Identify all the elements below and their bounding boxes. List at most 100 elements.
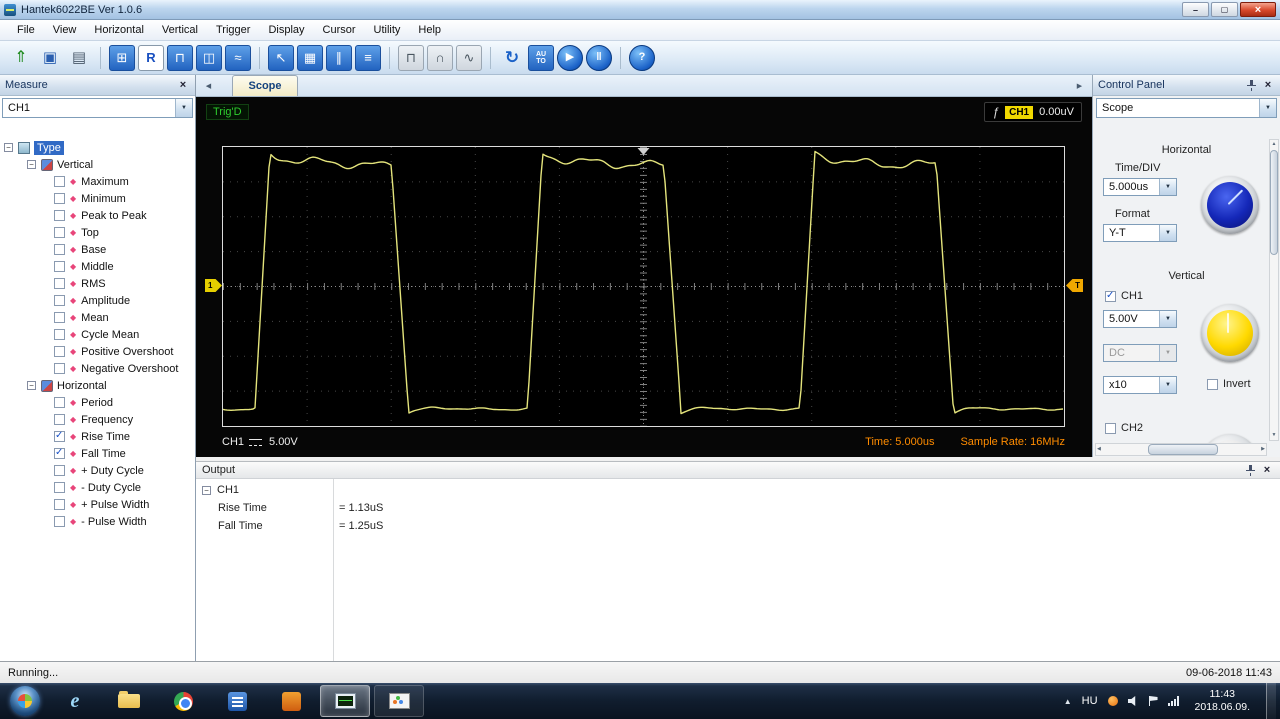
measure-item-positive-overshoot[interactable]: ◆ Positive Overshoot [0, 343, 195, 360]
taskbar-item-explorer[interactable] [104, 685, 154, 717]
ch1-volts-select[interactable]: 5.00V [1103, 310, 1177, 328]
update-tray-icon[interactable] [1107, 696, 1118, 706]
measure-item-frequency[interactable]: ◆ Frequency [0, 411, 195, 428]
menu-horizontal[interactable]: Horizontal [85, 20, 153, 41]
show-desktop-button[interactable] [1266, 683, 1276, 719]
taskbar-clock[interactable]: 11:43 2018.06.09. [1195, 688, 1250, 714]
interp-linear-button[interactable]: ∩ [427, 44, 453, 71]
minimize-button[interactable] [1182, 2, 1209, 17]
tab-scope[interactable]: Scope [232, 75, 298, 96]
checkbox[interactable] [1207, 378, 1218, 390]
general-settings-button[interactable]: ⊞ [109, 44, 135, 71]
checkbox[interactable] [54, 397, 65, 408]
checkbox[interactable] [54, 499, 65, 510]
measure-item-mean[interactable]: ◆ Mean [0, 309, 195, 326]
checkbox[interactable] [54, 261, 65, 272]
checkbox[interactable] [54, 176, 65, 187]
menu-display[interactable]: Display [259, 20, 313, 41]
ch1-enable-checkbox[interactable]: CH1 [1105, 290, 1143, 302]
menu-utility[interactable]: Utility [365, 20, 410, 41]
checkbox[interactable] [54, 193, 65, 204]
save-button[interactable]: ▣ [37, 45, 63, 71]
measure-item-plus-pulse-width[interactable]: ◆ + Pulse Width [0, 496, 195, 513]
action-center-icon[interactable] [1148, 696, 1158, 706]
checkbox[interactable] [54, 312, 65, 323]
taskbar-item-ie[interactable]: e [50, 685, 100, 717]
pin-icon[interactable] [1244, 79, 1258, 92]
trigger-level-marker[interactable]: T [1066, 279, 1083, 292]
measure-item-middle[interactable]: ◆ Middle [0, 258, 195, 275]
control-vertical-scrollbar[interactable] [1269, 139, 1279, 441]
channel1-position-marker[interactable]: 1 [205, 279, 222, 292]
measure-item-rms[interactable]: ◆ RMS [0, 275, 195, 292]
measure-close-icon[interactable] [176, 79, 190, 92]
print-button[interactable]: ▤ [66, 45, 92, 71]
measure-group-horizontal[interactable]: Horizontal [0, 377, 195, 394]
checkbox[interactable] [54, 210, 65, 221]
taskbar-item-chrome[interactable] [158, 685, 208, 717]
interp-step-button[interactable]: ⊓ [398, 44, 424, 71]
measure-item-plus-duty-cycle[interactable]: ◆ + Duty Cycle [0, 462, 195, 479]
reference-button[interactable]: R [138, 44, 164, 71]
menu-help[interactable]: Help [409, 20, 450, 41]
hidden-icons-arrow[interactable]: ▲ [1064, 697, 1072, 706]
expander-icon[interactable] [27, 381, 36, 390]
refresh-button[interactable]: ↻ [499, 45, 525, 71]
display-square-button[interactable]: ⊓ [167, 44, 193, 71]
cursor-grid-button[interactable]: ▦ [297, 44, 323, 71]
timediv-select[interactable]: 5.000us [1103, 178, 1177, 196]
measure-item-minus-pulse-width[interactable]: ◆ - Pulse Width [0, 513, 195, 530]
measure-item-amplitude[interactable]: ◆ Amplitude [0, 292, 195, 309]
checkbox[interactable] [54, 295, 65, 306]
measure-item-top[interactable]: ◆ Top [0, 224, 195, 241]
menu-file[interactable]: File [8, 20, 44, 41]
cursor-pointer-button[interactable]: ↖ [268, 44, 294, 71]
scrollbar-thumb[interactable] [1148, 444, 1218, 455]
checkbox[interactable] [1105, 422, 1116, 434]
control-close-icon[interactable] [1261, 79, 1275, 92]
help-button[interactable]: ? [629, 44, 655, 71]
ch1-volts-knob[interactable] [1201, 304, 1259, 362]
pause-button[interactable]: ‖ [586, 44, 612, 71]
measure-item-rise-time[interactable]: ◆ Rise Time [0, 428, 195, 445]
menu-view[interactable]: View [44, 20, 86, 41]
measure-item-fall-time[interactable]: ◆ Fall Time [0, 445, 195, 462]
ch2-enable-checkbox[interactable]: CH2 [1105, 422, 1143, 434]
measure-item-minimum[interactable]: ◆ Minimum [0, 190, 195, 207]
autoset-button[interactable]: AU TO [528, 44, 554, 71]
open-button[interactable]: ⇑ [8, 45, 34, 71]
menu-cursor[interactable]: Cursor [314, 20, 365, 41]
checkbox[interactable] [54, 414, 65, 425]
checkbox[interactable] [54, 278, 65, 289]
measure-item-maximum[interactable]: ◆ Maximum [0, 173, 195, 190]
start-button[interactable]: ▶ [557, 44, 583, 71]
graticule[interactable] [222, 146, 1065, 427]
cursor-horizontal-button[interactable]: ≡ [355, 44, 381, 71]
measure-item-cycle-mean[interactable]: ◆ Cycle Mean [0, 326, 195, 343]
timebase-knob[interactable] [1201, 176, 1259, 234]
volume-icon[interactable] [1127, 696, 1136, 706]
checkbox[interactable] [54, 516, 65, 527]
maximize-button[interactable] [1211, 2, 1238, 17]
taskbar-item-oscilloscope-active[interactable] [320, 685, 370, 717]
cursor-vertical-button[interactable]: ∥ [326, 44, 352, 71]
panel-mode-select[interactable]: Scope [1096, 98, 1277, 118]
measure-item-peak-to-peak[interactable]: ◆ Peak to Peak [0, 207, 195, 224]
checkbox[interactable] [54, 346, 65, 357]
measure-item-minus-duty-cycle[interactable]: ◆ - Duty Cycle [0, 479, 195, 496]
interp-sine-button[interactable]: ∿ [456, 44, 482, 71]
language-indicator[interactable]: HU [1082, 695, 1098, 707]
taskbar-item-app-running[interactable] [374, 685, 424, 717]
scrollbar-thumb[interactable] [1270, 150, 1278, 255]
checkbox[interactable] [54, 482, 65, 493]
ch1-probe-select[interactable]: x10 [1103, 376, 1177, 394]
expander-icon[interactable] [27, 160, 36, 169]
checkbox[interactable] [54, 465, 65, 476]
close-button[interactable] [1240, 2, 1276, 17]
start-button[interactable] [10, 686, 40, 716]
menu-trigger[interactable]: Trigger [207, 20, 259, 41]
tab-scroll-right-icon[interactable] [1072, 78, 1087, 94]
tab-scroll-left-icon[interactable] [201, 78, 216, 94]
measure-channel-select[interactable]: CH1 [2, 98, 193, 118]
taskbar-item-app-orange[interactable] [266, 685, 316, 717]
